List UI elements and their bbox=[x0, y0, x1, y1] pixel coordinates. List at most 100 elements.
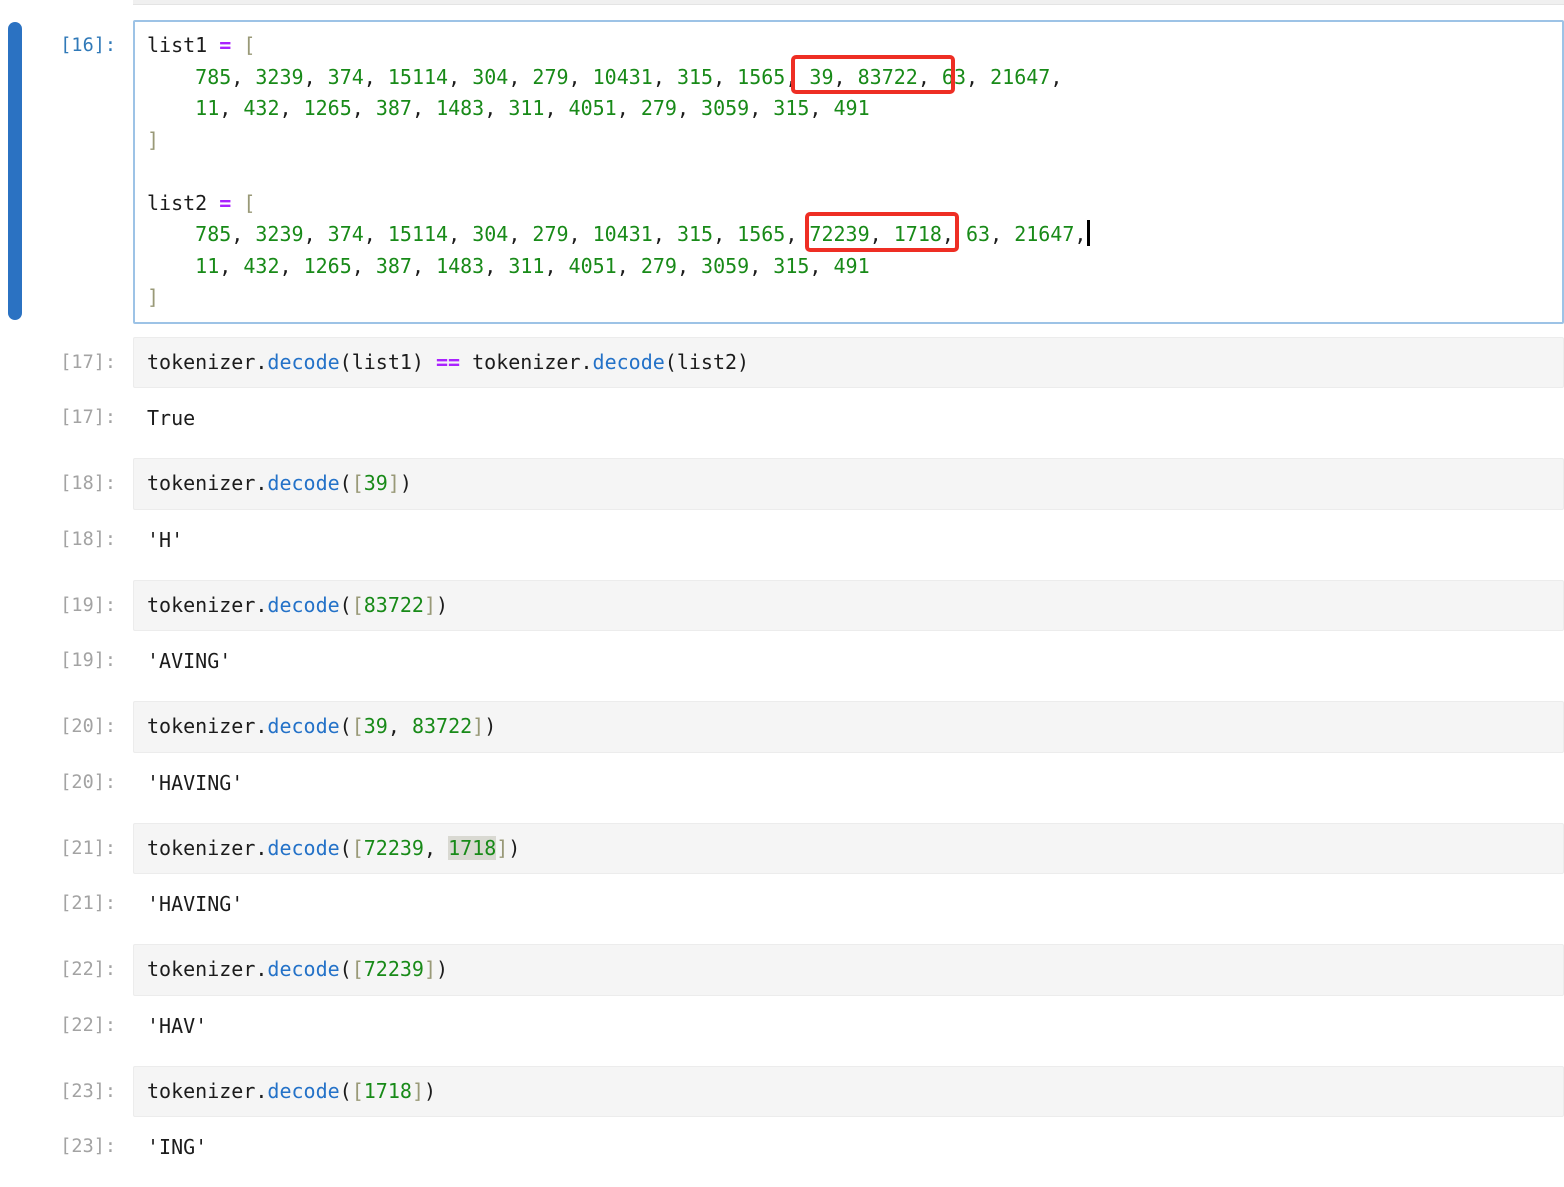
code-token: , bbox=[508, 65, 532, 89]
code-token: 279 bbox=[641, 254, 677, 278]
code-token: 63 bbox=[966, 222, 990, 246]
cell-output-text: 'H' bbox=[133, 529, 183, 551]
code-token: decode bbox=[267, 593, 339, 617]
code-token: 3059 bbox=[701, 254, 749, 278]
code-cell-16: [16]:list1 = [ 785, 3239, 374, 15114, 30… bbox=[0, 20, 1564, 324]
code-token: 315 bbox=[677, 222, 713, 246]
code-token: ( bbox=[340, 471, 352, 495]
code-line: ] bbox=[147, 282, 1550, 314]
code-token: , bbox=[785, 65, 809, 89]
code-token: tokenizer. bbox=[147, 471, 267, 495]
code-token: , bbox=[412, 254, 436, 278]
code-token: [ bbox=[352, 593, 364, 617]
code-token: ( bbox=[340, 593, 352, 617]
selected-cell-bar[interactable] bbox=[8, 22, 22, 320]
code-token: ] bbox=[147, 285, 159, 309]
code-token: , bbox=[448, 222, 472, 246]
code-token: 72239 bbox=[364, 836, 424, 860]
code-token: 11 bbox=[195, 96, 219, 120]
code-editor[interactable]: tokenizer.decode([72239]) bbox=[133, 944, 1564, 996]
notebook: [16]:list1 = [ 785, 3239, 374, 15114, 30… bbox=[0, 20, 1564, 1187]
code-token: ) bbox=[436, 957, 448, 981]
code-line: tokenizer.decode([72239, 1718]) bbox=[147, 833, 1550, 865]
code-token: (list1) bbox=[340, 350, 436, 374]
code-token bbox=[147, 65, 195, 89]
code-token: 1483 bbox=[436, 96, 484, 120]
code-token: , bbox=[713, 222, 737, 246]
code-editor[interactable]: tokenizer.decode([39, 83722]) bbox=[133, 701, 1564, 753]
code-editor[interactable]: tokenizer.decode([39]) bbox=[133, 458, 1564, 510]
code-token: , bbox=[484, 96, 508, 120]
code-editor[interactable]: list1 = [ 785, 3239, 374, 15114, 304, 27… bbox=[133, 20, 1564, 324]
code-token: decode bbox=[267, 1079, 339, 1103]
code-token: tokenizer. bbox=[147, 350, 267, 374]
code-token: (list2) bbox=[665, 350, 749, 374]
code-token: , bbox=[809, 254, 833, 278]
code-line bbox=[147, 156, 1550, 188]
output-prompt: [23]: bbox=[0, 1136, 133, 1158]
code-token: decode bbox=[593, 350, 665, 374]
input-prompt: [17]: bbox=[0, 337, 133, 379]
code-token: 15114 bbox=[388, 65, 448, 89]
code-token: list2 bbox=[147, 191, 219, 215]
code-token: 21647 bbox=[990, 65, 1050, 89]
code-editor[interactable]: tokenizer.decode(list1) == tokenizer.dec… bbox=[133, 337, 1564, 389]
code-token: 83722 bbox=[858, 65, 918, 89]
code-token: 4051 bbox=[569, 254, 617, 278]
code-token: 1718 bbox=[448, 836, 496, 860]
code-token: 72239 bbox=[809, 222, 869, 246]
code-token: , bbox=[677, 254, 701, 278]
code-token: [ bbox=[352, 836, 364, 860]
code-token: 785 bbox=[195, 222, 231, 246]
code-token: , bbox=[749, 254, 773, 278]
output-prompt: [20]: bbox=[0, 772, 133, 794]
code-token: , bbox=[653, 222, 677, 246]
code-token: tokenizer. bbox=[147, 1079, 267, 1103]
code-token: 432 bbox=[243, 96, 279, 120]
cell-output-text: 'ING' bbox=[133, 1136, 207, 1158]
code-token: ] bbox=[388, 471, 400, 495]
code-token: [ bbox=[352, 471, 364, 495]
code-token: 374 bbox=[328, 65, 364, 89]
code-cell-23: [23]:tokenizer.decode([1718])[23]:'ING' bbox=[0, 1066, 1564, 1159]
code-token: 491 bbox=[834, 96, 870, 120]
code-token bbox=[231, 191, 243, 215]
output-prompt: [18]: bbox=[0, 529, 133, 551]
code-token: 311 bbox=[508, 96, 544, 120]
code-token: 3059 bbox=[701, 96, 749, 120]
code-token: 311 bbox=[508, 254, 544, 278]
code-token: , bbox=[219, 96, 243, 120]
code-token: ( bbox=[340, 714, 352, 738]
code-cell-19: [19]:tokenizer.decode([83722])[19]:'AVIN… bbox=[0, 580, 1564, 673]
code-token: ] bbox=[472, 714, 484, 738]
code-editor[interactable]: tokenizer.decode([1718]) bbox=[133, 1066, 1564, 1118]
code-token: , bbox=[1050, 65, 1062, 89]
code-editor[interactable]: tokenizer.decode([72239, 1718]) bbox=[133, 823, 1564, 875]
code-token: , bbox=[448, 65, 472, 89]
code-token: tokenizer. bbox=[147, 593, 267, 617]
code-token: list1 bbox=[147, 33, 219, 57]
code-token: 315 bbox=[773, 96, 809, 120]
code-line: list1 = [ bbox=[147, 30, 1550, 62]
code-token: [ bbox=[352, 714, 364, 738]
code-token: tokenizer. bbox=[147, 957, 267, 981]
code-token: 785 bbox=[195, 65, 231, 89]
code-token: , bbox=[544, 254, 568, 278]
code-line: list2 = [ bbox=[147, 188, 1550, 220]
code-token: tokenizer. bbox=[147, 836, 267, 860]
code-token: , bbox=[279, 96, 303, 120]
code-token: ] bbox=[147, 128, 159, 152]
code-token: 304 bbox=[472, 222, 508, 246]
code-token: , bbox=[942, 222, 966, 246]
code-editor[interactable]: tokenizer.decode([83722]) bbox=[133, 580, 1564, 632]
input-prompt: [21]: bbox=[0, 823, 133, 865]
cell-output-text: True bbox=[133, 407, 195, 429]
code-token: 279 bbox=[641, 96, 677, 120]
code-token: decode bbox=[267, 471, 339, 495]
code-token: , bbox=[918, 65, 942, 89]
code-token: 39 bbox=[364, 471, 388, 495]
code-token bbox=[147, 96, 195, 120]
input-prompt: [20]: bbox=[0, 701, 133, 743]
code-line: 11, 432, 1265, 387, 1483, 311, 4051, 279… bbox=[147, 251, 1550, 283]
code-token: , bbox=[364, 222, 388, 246]
